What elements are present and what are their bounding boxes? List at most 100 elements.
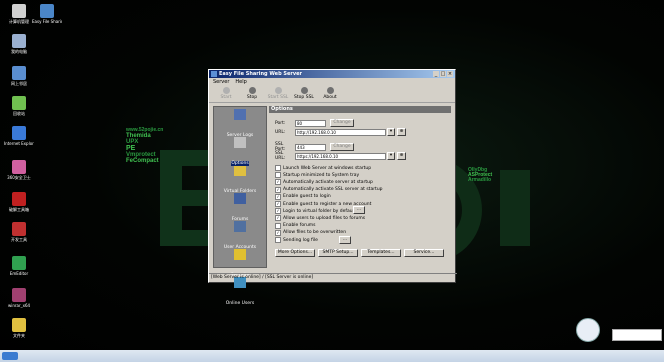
desktop-icon-glyph [12,192,26,206]
ssl-url-dropdown-button[interactable]: ▾ [387,152,395,160]
desktop-icon-glyph [12,96,26,110]
url-dropdown-button[interactable]: ▾ [387,128,395,136]
port-input[interactable]: 80 [295,119,326,127]
url-row: URL: http://192.168.0.10 ▾ ⊕ [275,128,406,136]
option-checkbox-row[interactable]: Enable forums [275,222,316,229]
option-checkbox-row[interactable]: ✓ Automatically activate SSL server at st… [275,186,383,193]
option-checkbox-row[interactable]: ✓ Login to virtual folder by default [275,208,356,215]
ssl-url-label: SSL URL: [275,151,286,161]
desktop-icon[interactable]: 开发工具 [4,222,34,242]
option-checkbox[interactable] [275,237,281,243]
desktop-icon[interactable]: 回收站 [4,96,34,116]
maximize-button[interactable]: □ [440,71,446,77]
option-checkbox-row[interactable]: ✓ Allow files to be overwritten [275,229,347,236]
option-checkbox-label: Allow files to be overwritten [283,230,347,236]
options-bottom-button[interactable]: SMTP Setup... [318,249,358,257]
toolbar-button-label: Stop [246,95,258,100]
menu-server[interactable]: Server [213,79,229,85]
start-button[interactable] [2,352,18,360]
port-change-button[interactable]: Change [330,119,354,127]
url-select[interactable]: http://192.168.0.10 [295,128,386,136]
desktop-icon[interactable]: Internet Explorer [4,126,34,146]
option-checkbox[interactable] [275,165,281,171]
ssl-port-change-button[interactable]: Change [330,143,354,151]
toolbar-button[interactable]: Start [213,85,239,102]
option-checkbox-row[interactable]: Launch Web Server at windows startup [275,165,371,171]
desktop-icon-label: 我的电脑 [11,49,27,54]
nav-item[interactable]: Security [214,249,266,278]
nav-item-label: Virtual Folders [223,189,257,194]
minimize-button[interactable]: _ [433,71,439,77]
ssl-port-input[interactable]: 443 [295,143,326,151]
easy-file-sharing-window[interactable]: Easy File Sharing Web Server _ □ × Serve… [208,69,457,306]
guest-register-settings-button[interactable]: ... [353,206,365,214]
option-checkbox[interactable]: ✓ [275,193,281,200]
desktop-icon[interactable]: 破解工具箱 [4,192,34,212]
option-checkbox-row[interactable]: ✓ Automatically activate server at startu… [275,179,373,186]
options-bottom-button[interactable]: More Options... [275,249,315,257]
ssl-url-select[interactable]: https://192.168.0.10 [295,152,386,160]
toolbar: Start Stop Start SSL Stop SSL About [209,85,455,103]
url-label: URL: [275,129,286,135]
option-checkbox-row[interactable]: Sending log file [275,237,318,243]
option-checkbox-row[interactable]: Startup minimized to System tray [275,172,359,179]
toolbar-button-label: Stop SSL [294,95,314,100]
assistant-bubble-icon[interactable] [576,318,600,342]
option-checkbox[interactable]: ✓ [275,179,281,186]
option-checkbox[interactable]: ✓ [275,186,281,193]
nav-item[interactable]: Server Logs [214,109,266,138]
nav-item-label: Online Users [225,301,255,306]
desktop-icon[interactable]: 文件夹 [4,318,34,338]
window-title: Easy File Sharing Web Server [219,71,302,77]
desktop-icon-label: Easy File Sharing [32,19,62,24]
option-checkbox[interactable] [275,222,281,229]
option-checkbox-label: Login to virtual folder by default [283,208,356,214]
url-go-button[interactable]: ⊕ [397,128,406,136]
tray-popup[interactable] [612,329,662,341]
wallpaper-word-cloud: www.52pojie.cn Themida UPX PE Vmprotect … [126,127,164,165]
desktop-icon-label: 360安全卫士 [7,175,31,180]
desktop-icon[interactable]: EmEditor [4,256,34,276]
toolbar-button[interactable]: Stop SSL [291,85,317,102]
option-checkbox-row[interactable]: ✓ Enable guest to login [275,193,331,200]
nav-item-label: User Accounts [223,245,257,250]
desktop-icon[interactable]: 360安全卫士 [4,160,34,180]
option-checkbox[interactable]: ✓ [275,201,281,207]
desktop-icon-label: 破解工具箱 [9,207,29,212]
title-bar[interactable]: Easy File Sharing Web Server _ □ × [209,70,455,78]
close-button[interactable]: × [447,71,453,77]
log-file-settings-button[interactable]: ... [339,236,351,244]
status-bar: [Web Server is online] / [SSL Server is … [209,273,457,282]
options-bottom-button[interactable]: Templates... [361,249,401,257]
toolbar-button[interactable]: Stop [239,85,265,102]
desktop-icon-label: Internet Explorer [4,141,34,146]
port-row: Port: 80 Change [275,119,354,127]
option-checkbox[interactable]: ✓ [275,215,281,222]
desktop-icon[interactable]: winrar_x64 [4,288,34,308]
menu-help[interactable]: Help [235,79,246,85]
ssl-url-row: SSL URL: https://192.168.0.10 ▾ ⊕ [275,151,406,161]
menu-bar: Server Help [209,78,455,85]
desktop-icon-glyph [12,160,26,174]
ssl-url-go-button[interactable]: ⊕ [397,152,406,160]
desktop-icon[interactable]: 我的电脑 [4,34,34,54]
desktop-icon[interactable]: Easy File Sharing [32,4,62,24]
desktop-icon-glyph [12,66,26,80]
nav-item[interactable]: User Accounts [214,221,266,250]
wallpaper-word-cloud-right: OllyDbg ASProtect Armadillo [468,167,493,183]
desktop-icon[interactable]: 网上邻居 [4,66,34,86]
desktop-icon-glyph [12,222,26,236]
option-checkbox[interactable] [275,172,281,179]
toolbar-button[interactable]: About [317,85,343,102]
desktop-icon[interactable]: 计算机管理 [4,4,34,24]
option-checkbox-row[interactable]: ✓ Allow users to upload files to forums [275,215,366,222]
option-checkbox[interactable]: ✓ [275,229,281,236]
nav-item[interactable]: Forums [214,193,266,222]
toolbar-button-icon [326,87,334,94]
option-checkbox-label: Allow users to upload files to forums [283,215,366,221]
nav-item[interactable]: Options [214,137,266,166]
toolbar-button[interactable]: Start SSL [265,85,291,102]
option-checkbox[interactable]: ✓ [275,208,281,215]
options-bottom-button[interactable]: Service... [404,249,444,257]
nav-item[interactable]: Virtual Folders [214,165,266,194]
